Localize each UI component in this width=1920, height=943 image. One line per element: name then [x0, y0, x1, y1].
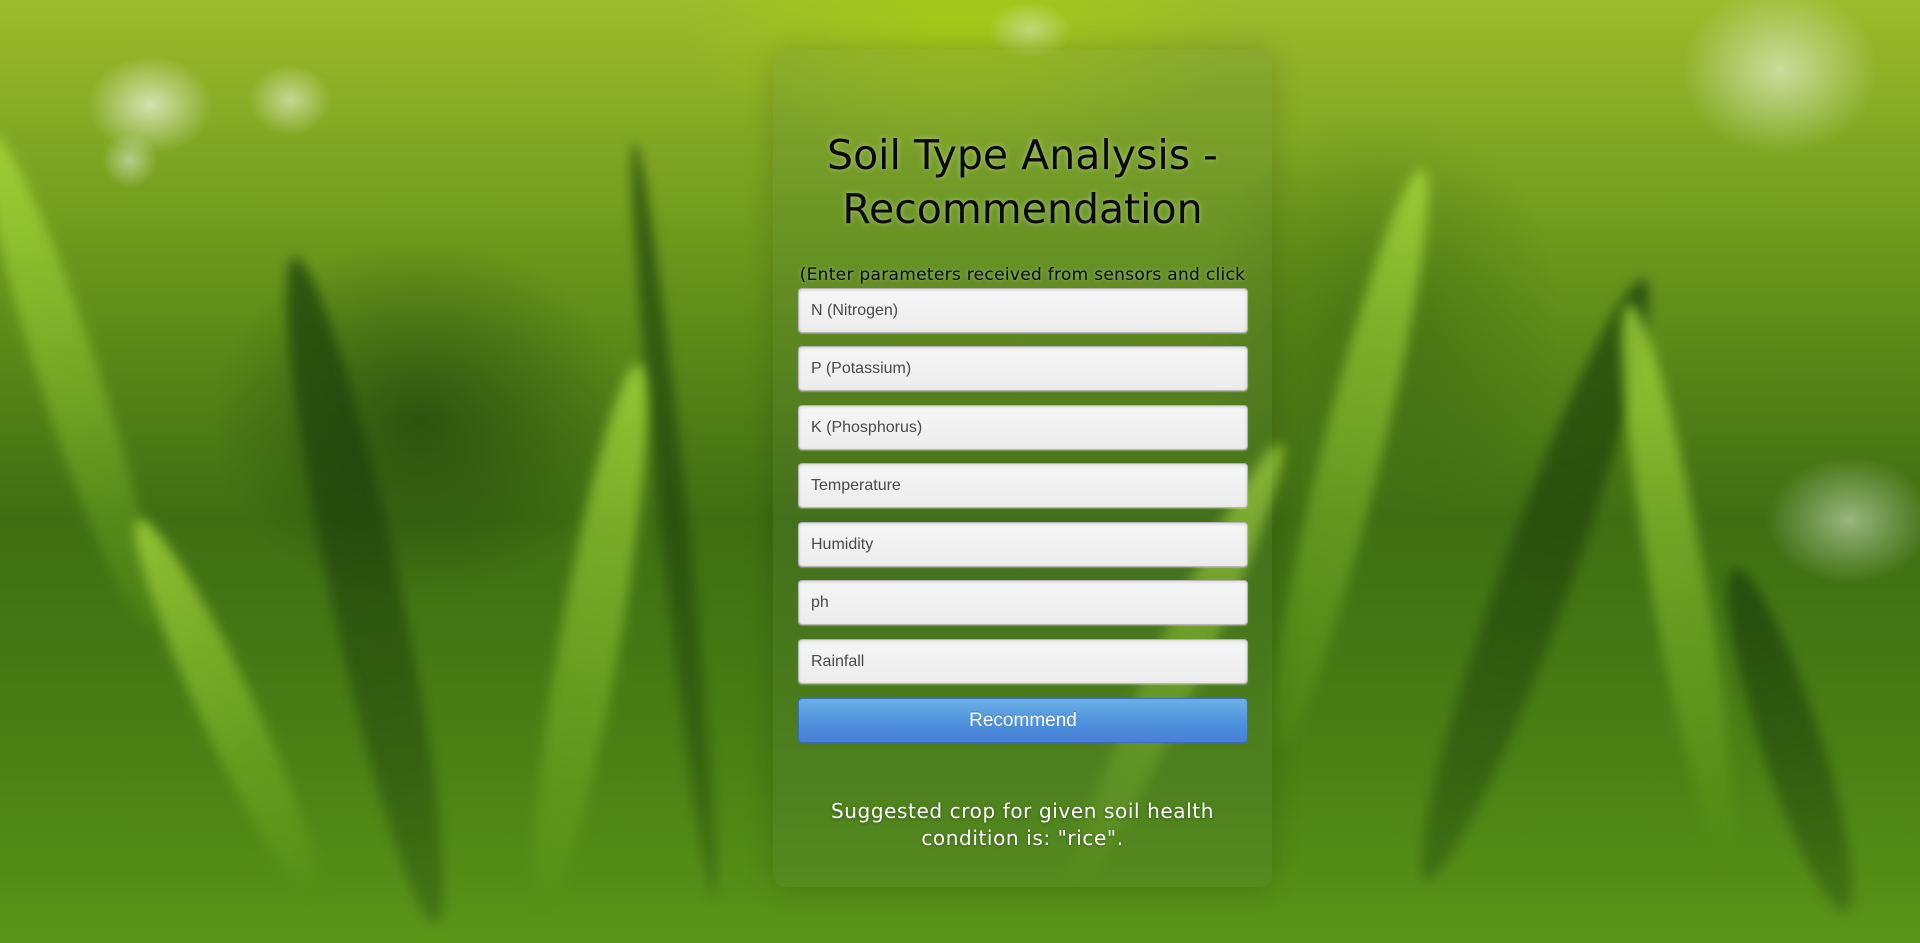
result-text: Suggested crop for given soil health con… — [830, 799, 1215, 850]
page-title: Soil Type Analysis - Recommendation — [827, 131, 1218, 233]
phosphorus-input[interactable] — [798, 405, 1248, 450]
temperature-input[interactable] — [798, 463, 1248, 508]
recommend-button[interactable]: Recommend — [798, 698, 1248, 743]
humidity-input[interactable] — [798, 522, 1248, 567]
potassium-input[interactable] — [798, 346, 1248, 391]
nitrogen-input[interactable] — [798, 288, 1248, 333]
ph-input[interactable] — [798, 580, 1248, 625]
rainfall-input[interactable] — [798, 639, 1248, 684]
